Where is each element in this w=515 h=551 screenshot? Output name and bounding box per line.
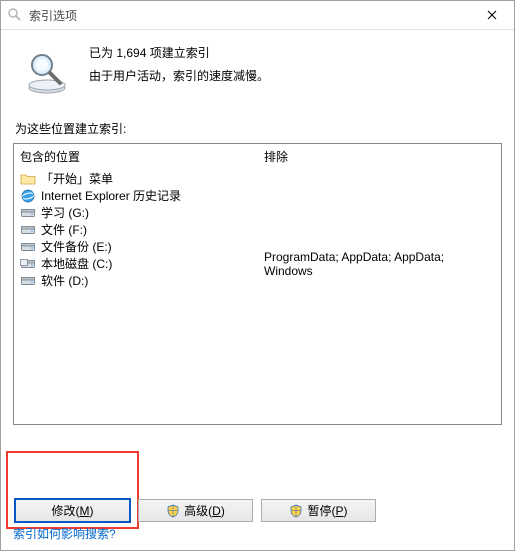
- included-column: 包含的位置 「开始」菜单Internet Explorer 历史记录学习 (G:…: [14, 144, 257, 424]
- exclusion-text: [264, 187, 495, 204]
- status-line-2: 由于用户活动，索引的速度减慢。: [89, 65, 269, 88]
- location-label: 「开始」菜单: [41, 170, 113, 187]
- list-item[interactable]: 文件 (F:): [18, 221, 257, 238]
- close-icon: [487, 10, 497, 20]
- excluded-header: 排除: [258, 144, 501, 168]
- excluded-column: 排除 ProgramData; AppData; AppData; Window…: [257, 144, 501, 424]
- location-label: 本地磁盘 (C:): [41, 255, 112, 272]
- window-title: 索引选项: [29, 7, 470, 24]
- status-line-1: 已为 1,694 项建立索引: [89, 42, 269, 65]
- location-label: 文件 (F:): [41, 221, 87, 238]
- magnifier-icon: [23, 48, 71, 96]
- indexing-options-window: 索引选项 已为 1,694 项建立索引 由于用户活动，索引的速度减慢。 为这些位…: [0, 0, 515, 551]
- list-item[interactable]: 软件 (D:): [18, 272, 257, 289]
- exclusions-list: ProgramData; AppData; AppData; Windows: [258, 168, 501, 289]
- drive-icon: [20, 273, 36, 289]
- status-row: 已为 1,694 项建立索引 由于用户活动，索引的速度减慢。: [13, 42, 502, 96]
- content-area: 已为 1,694 项建立索引 由于用户活动，索引的速度减慢。 为这些位置建立索引…: [1, 30, 514, 425]
- location-label: 学习 (G:): [41, 204, 89, 221]
- location-label: 文件备份 (E:): [41, 238, 112, 255]
- locations-box: 包含的位置 「开始」菜单Internet Explorer 历史记录学习 (G:…: [13, 143, 502, 425]
- exclusion-text: ProgramData; AppData; AppData; Windows: [264, 255, 495, 272]
- location-label: Internet Explorer 历史记录: [41, 187, 181, 204]
- close-button[interactable]: [470, 1, 514, 29]
- list-item[interactable]: Internet Explorer 历史记录: [18, 187, 257, 204]
- app-icon: [7, 7, 23, 23]
- titlebar: 索引选项: [1, 1, 514, 30]
- included-header: 包含的位置: [14, 144, 257, 168]
- modify-button[interactable]: 修改(M): [15, 499, 130, 522]
- location-label: 软件 (D:): [41, 272, 88, 289]
- shield-icon: [166, 504, 180, 518]
- list-item[interactable]: 文件备份 (E:): [18, 238, 257, 255]
- exclusion-text: [264, 221, 495, 238]
- list-item[interactable]: 「开始」菜单: [18, 170, 257, 187]
- drive-c-icon: [20, 256, 36, 272]
- list-item[interactable]: 学习 (G:): [18, 204, 257, 221]
- pause-label: 暂停(P): [307, 502, 347, 519]
- exclusion-text: [264, 204, 495, 221]
- modify-label: 修改(M): [52, 502, 94, 519]
- ie-icon: [20, 188, 36, 204]
- locations-list[interactable]: 「开始」菜单Internet Explorer 历史记录学习 (G:)文件 (F…: [14, 168, 257, 289]
- drive-icon: [20, 205, 36, 221]
- help-link[interactable]: 索引如何影响搜索?: [13, 525, 116, 542]
- shield-icon: [289, 504, 303, 518]
- button-row: 修改(M) 高级(D) 暂停(P): [15, 499, 376, 522]
- list-item[interactable]: 本地磁盘 (C:): [18, 255, 257, 272]
- indexed-locations-label: 为这些位置建立索引:: [15, 120, 502, 137]
- drive-icon: [20, 222, 36, 238]
- exclusion-text: [264, 170, 495, 187]
- advanced-button[interactable]: 高级(D): [138, 499, 253, 522]
- pause-button[interactable]: 暂停(P): [261, 499, 376, 522]
- advanced-label: 高级(D): [184, 502, 225, 519]
- folder-icon: [20, 171, 36, 187]
- drive-icon: [20, 239, 36, 255]
- status-text: 已为 1,694 项建立索引 由于用户活动，索引的速度减慢。: [89, 42, 269, 88]
